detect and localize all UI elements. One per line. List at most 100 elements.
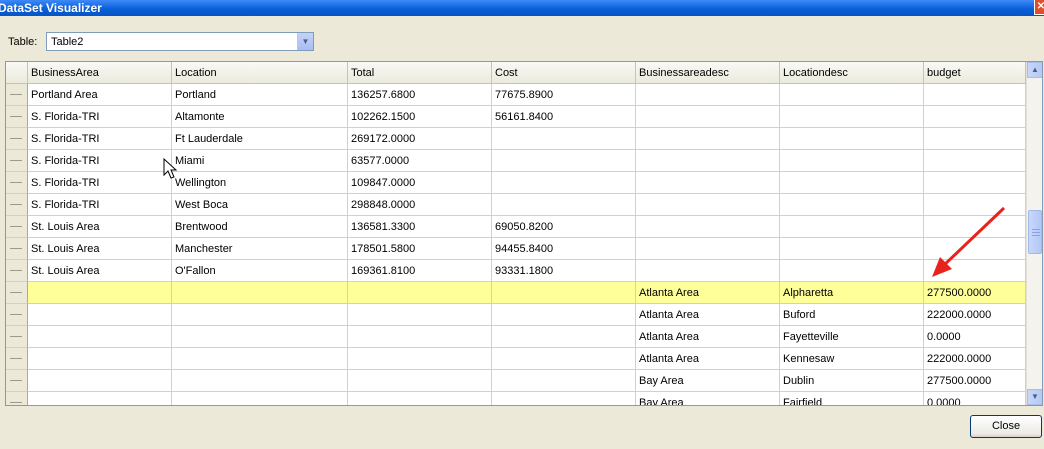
cell-total[interactable]: 269172.0000 [348, 128, 492, 150]
cell-businessarea[interactable]: S. Florida-TRI [28, 194, 172, 216]
cell-budget[interactable]: 0.0000 [924, 392, 1026, 405]
cell-businessarea[interactable] [28, 304, 172, 326]
cell-location[interactable] [172, 282, 348, 304]
cell-businessareadesc[interactable]: Atlanta Area [636, 282, 780, 304]
row-header[interactable] [6, 128, 28, 150]
cell-businessareadesc[interactable] [636, 194, 780, 216]
cell-businessareadesc[interactable]: Atlanta Area [636, 304, 780, 326]
cell-businessarea[interactable]: St. Louis Area [28, 238, 172, 260]
cell-locationdesc[interactable]: Fairfield [780, 392, 924, 405]
cell-businessarea[interactable] [28, 282, 172, 304]
cell-location[interactable] [172, 348, 348, 370]
cell-locationdesc[interactable]: Alpharetta [780, 282, 924, 304]
cell-cost[interactable] [492, 282, 636, 304]
column-header-locationdesc[interactable]: Locationdesc [780, 62, 924, 84]
cell-total[interactable] [348, 304, 492, 326]
column-header-total[interactable]: Total [348, 62, 492, 84]
cell-locationdesc[interactable] [780, 84, 924, 106]
cell-location[interactable]: West Boca [172, 194, 348, 216]
cell-total[interactable]: 136581.3300 [348, 216, 492, 238]
cell-locationdesc[interactable] [780, 260, 924, 282]
cell-businessarea[interactable]: St. Louis Area [28, 216, 172, 238]
cell-locationdesc[interactable] [780, 216, 924, 238]
cell-businessareadesc[interactable]: Atlanta Area [636, 326, 780, 348]
column-header-businessarea[interactable]: BusinessArea [28, 62, 172, 84]
column-header-budget[interactable]: budget [924, 62, 1026, 84]
cell-businessareadesc[interactable] [636, 260, 780, 282]
cell-locationdesc[interactable] [780, 194, 924, 216]
row-header[interactable] [6, 348, 28, 370]
cell-location[interactable]: Manchester [172, 238, 348, 260]
cell-total[interactable] [348, 348, 492, 370]
row-header[interactable] [6, 304, 28, 326]
cell-businessarea[interactable] [28, 370, 172, 392]
cell-businessareadesc[interactable]: Bay Area [636, 370, 780, 392]
cell-location[interactable]: Portland [172, 84, 348, 106]
cell-businessarea[interactable]: S. Florida-TRI [28, 106, 172, 128]
cell-locationdesc[interactable] [780, 128, 924, 150]
cell-total[interactable] [348, 282, 492, 304]
cell-budget[interactable]: 277500.0000 [924, 282, 1026, 304]
cell-location[interactable]: O'Fallon [172, 260, 348, 282]
cell-locationdesc[interactable] [780, 106, 924, 128]
cell-locationdesc[interactable]: Kennesaw [780, 348, 924, 370]
row-header[interactable] [6, 326, 28, 348]
cell-budget[interactable] [924, 128, 1026, 150]
row-header[interactable] [6, 172, 28, 194]
cell-total[interactable]: 109847.0000 [348, 172, 492, 194]
row-header[interactable] [6, 282, 28, 304]
cell-businessareadesc[interactable] [636, 172, 780, 194]
cell-location[interactable]: Brentwood [172, 216, 348, 238]
cell-cost[interactable]: 56161.8400 [492, 106, 636, 128]
cell-businessarea[interactable] [28, 348, 172, 370]
row-header[interactable] [6, 260, 28, 282]
cell-location[interactable] [172, 370, 348, 392]
cell-businessareadesc[interactable]: Bay Area [636, 392, 780, 405]
cell-total[interactable]: 298848.0000 [348, 194, 492, 216]
data-grid[interactable]: BusinessArea Location Total Cost Businessare… [5, 61, 1043, 406]
vertical-scrollbar[interactable]: ▲ ▼ [1026, 62, 1042, 405]
cell-budget[interactable] [924, 172, 1026, 194]
cell-businessarea[interactable] [28, 326, 172, 348]
cell-cost[interactable]: 93331.1800 [492, 260, 636, 282]
cell-businessarea[interactable] [28, 392, 172, 405]
column-header-businessareadesc[interactable]: Businessareadesc [636, 62, 780, 84]
row-header[interactable] [6, 392, 28, 405]
cell-budget[interactable]: 222000.0000 [924, 348, 1026, 370]
cell-location[interactable] [172, 392, 348, 405]
cell-cost[interactable]: 94455.8400 [492, 238, 636, 260]
cell-budget[interactable]: 277500.0000 [924, 370, 1026, 392]
cell-cost[interactable]: 77675.8900 [492, 84, 636, 106]
cell-businessareadesc[interactable] [636, 238, 780, 260]
cell-businessarea[interactable]: S. Florida-TRI [28, 172, 172, 194]
cell-cost[interactable] [492, 348, 636, 370]
cell-businessarea[interactable]: St. Louis Area [28, 260, 172, 282]
cell-location[interactable] [172, 326, 348, 348]
grid-corner[interactable] [6, 62, 28, 84]
cell-businessarea[interactable]: S. Florida-TRI [28, 150, 172, 172]
column-header-cost[interactable]: Cost [492, 62, 636, 84]
cell-budget[interactable]: 0.0000 [924, 326, 1026, 348]
scroll-thumb[interactable] [1028, 210, 1042, 254]
row-header[interactable] [6, 150, 28, 172]
cell-businessareadesc[interactable] [636, 84, 780, 106]
cell-location[interactable]: Wellington [172, 172, 348, 194]
cell-locationdesc[interactable]: Dublin [780, 370, 924, 392]
cell-cost[interactable] [492, 194, 636, 216]
row-header[interactable] [6, 238, 28, 260]
column-header-location[interactable]: Location [172, 62, 348, 84]
cell-total[interactable]: 63577.0000 [348, 150, 492, 172]
row-header[interactable] [6, 84, 28, 106]
cell-cost[interactable] [492, 172, 636, 194]
cell-cost[interactable] [492, 326, 636, 348]
scroll-down-icon[interactable]: ▼ [1027, 389, 1042, 405]
row-header[interactable] [6, 194, 28, 216]
cell-cost[interactable]: 69050.8200 [492, 216, 636, 238]
cell-budget[interactable]: 222000.0000 [924, 304, 1026, 326]
chevron-down-icon[interactable]: ▼ [297, 33, 313, 50]
cell-total[interactable]: 136257.6800 [348, 84, 492, 106]
row-header[interactable] [6, 106, 28, 128]
cell-total[interactable]: 169361.8100 [348, 260, 492, 282]
cell-location[interactable] [172, 304, 348, 326]
cell-cost[interactable] [492, 370, 636, 392]
